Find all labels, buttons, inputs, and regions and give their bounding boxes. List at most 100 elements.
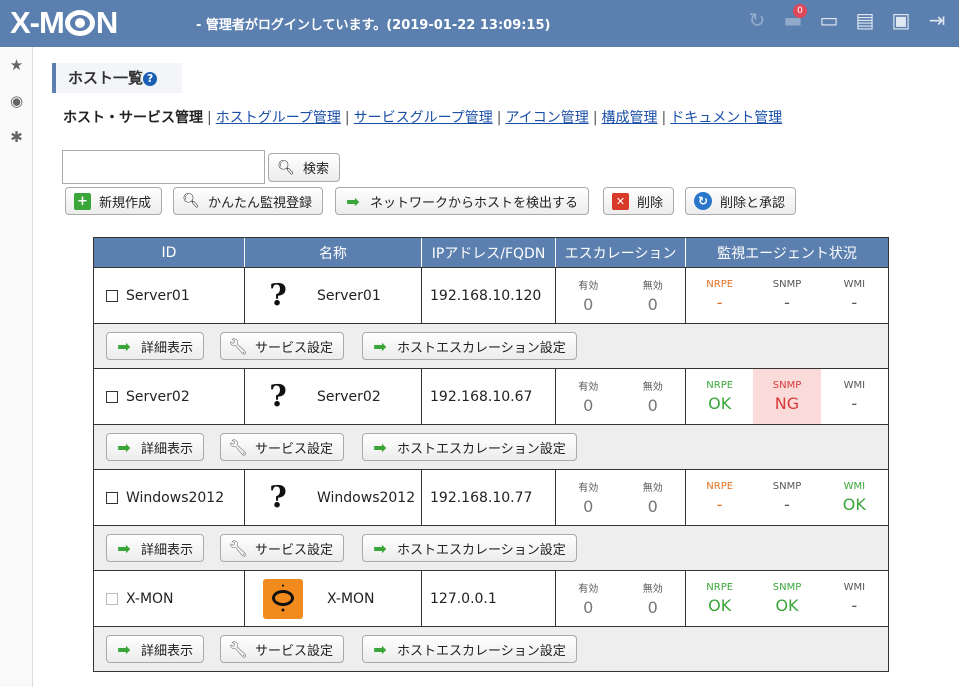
service-settings-button[interactable]: 🔧︎ サービス設定 — [220, 534, 345, 562]
host-id: X-MON — [126, 590, 174, 607]
row-checkbox[interactable] — [106, 491, 118, 504]
snmp-status: - — [784, 495, 790, 514]
snmp-label: SNMP — [772, 380, 802, 391]
star-icon[interactable]: ★ — [0, 47, 33, 83]
arrow-right-icon: ➡ — [117, 437, 131, 457]
detail-button[interactable]: ➡ 詳細表示 — [106, 332, 205, 360]
host-escalation-button[interactable]: ➡ ホストエスカレーション設定 — [362, 534, 577, 562]
screen-share-icon[interactable]: ▭ — [815, 6, 843, 34]
table-row: Server01 ? Server01 192.168.10.120 有効 0 無効… — [94, 267, 888, 323]
host-id-cell: Server01 — [94, 268, 245, 323]
row-actions: ➡ 詳細表示 🔧︎ サービス設定 ➡ ホストエスカレーション設定 — [94, 626, 888, 671]
row-checkbox[interactable] — [106, 592, 118, 605]
sidebar: ★ ◉ ✱ — [0, 47, 33, 687]
discover-hosts-label: ネットワークからホストを検出する — [370, 195, 579, 211]
snmp-label: SNMP — [772, 481, 802, 492]
row-checkbox[interactable] — [106, 390, 118, 403]
host-escalation-label: ホストエスカレーション設定 — [397, 340, 566, 356]
search-input[interactable] — [62, 150, 265, 184]
arrow-right-icon: ➡ — [117, 639, 131, 659]
nrpe-label: NRPE — [706, 481, 734, 492]
notification-icon[interactable]: ▬ 0 — [779, 4, 807, 34]
info-icon[interactable]: ▣ — [887, 6, 915, 34]
detail-button[interactable]: ➡ 詳細表示 — [106, 433, 205, 461]
escalation-cell: 有効 0 無効 0 — [556, 571, 686, 626]
snmp-label: SNMP — [772, 279, 802, 290]
service-settings-button[interactable]: 🔧︎ サービス設定 — [220, 635, 345, 663]
arrow-right-icon: ➡ — [373, 639, 387, 659]
row-checkbox[interactable] — [106, 289, 118, 302]
server-icon[interactable]: ▤ — [851, 6, 879, 34]
detail-button-label: 詳細表示 — [141, 643, 194, 659]
wmi-status: - — [851, 394, 858, 413]
row-actions: ➡ 詳細表示 🔧︎ サービス設定 ➡ ホストエスカレーション設定 — [94, 424, 888, 469]
escalation-enabled-label: 有効 — [578, 281, 599, 292]
refresh-icon[interactable]: ↻ — [743, 6, 771, 34]
host-id: Windows2012 — [126, 489, 225, 506]
arrow-right-icon: ➡ — [373, 336, 387, 356]
host-escalation-label: ホストエスカレーション設定 — [397, 542, 566, 558]
refresh-icon: ↻ — [694, 192, 712, 210]
search-icon: 🔍︎ — [277, 159, 295, 176]
host-escalation-button[interactable]: ➡ ホストエスカレーション設定 — [362, 635, 577, 663]
eye-icon[interactable]: ◉ — [0, 83, 33, 119]
easy-register-label: かんたん監視登録 — [208, 195, 313, 211]
easy-register-button[interactable]: 🔍︎ かんたん監視登録 — [173, 187, 324, 215]
service-settings-button[interactable]: 🔧︎ サービス設定 — [220, 433, 345, 461]
help-icon[interactable]: ? — [143, 72, 158, 86]
escalation-enabled-count: 0 — [583, 598, 594, 617]
header-name: 名称 — [245, 238, 422, 267]
delete-approve-button[interactable]: ↻ 削除と承認 — [685, 187, 797, 215]
escalation-cell: 有効 0 無効 0 — [556, 369, 686, 424]
arrow-right-icon: ➡ — [346, 191, 360, 211]
search-button[interactable]: 🔍︎ 検索 — [268, 153, 341, 182]
host-table: ID 名称 IPアドレス/FQDN エスカレーション 監視エージェント状況 Se… — [93, 237, 889, 672]
host-id: Server02 — [126, 388, 190, 405]
delete-button[interactable]: ✕ 削除 — [603, 187, 675, 215]
host-ip: 192.168.10.77 — [422, 470, 556, 525]
header-ip: IPアドレス/FQDN — [422, 238, 556, 267]
service-settings-label: サービス設定 — [255, 542, 334, 558]
xmon-logo[interactable]: X-M N — [10, 3, 118, 43]
escalation-cell: 有効 0 無効 0 — [556, 268, 686, 323]
wmi-label: WMI — [843, 481, 866, 492]
logout-icon[interactable]: ⇥ — [923, 6, 951, 34]
escalation-disabled-count: 0 — [647, 396, 658, 415]
escalation-enabled-count: 0 — [583, 497, 594, 516]
table-row: Windows2012 ? Windows2012 192.168.10.77 有… — [94, 469, 888, 525]
host-escalation-label: ホストエスカレーション設定 — [397, 643, 566, 659]
wmi-status: OK — [842, 495, 866, 514]
new-button[interactable]: + 新規作成 — [65, 187, 163, 215]
gear-icon[interactable]: ✱ — [0, 119, 33, 155]
subnav-icon[interactable]: アイコン管理 — [506, 110, 589, 126]
escalation-enabled-label: 有効 — [578, 584, 599, 595]
host-escalation-label: ホストエスカレーション設定 — [397, 441, 566, 457]
host-name: Windows2012 — [317, 489, 416, 506]
app-header: X-M N - 管理者がログインしています。(2019-01-22 13:09:1… — [0, 0, 959, 47]
subnav-document[interactable]: ドキュメント管理 — [670, 110, 782, 126]
search-button-label: 検索 — [303, 162, 330, 177]
table-row: X-MON ● ● X-MON 127.0.0.1 有効 0 無効 0 NRPE OK S… — [94, 570, 888, 626]
nrpe-status: OK — [708, 394, 732, 413]
service-settings-button[interactable]: 🔧︎ サービス設定 — [220, 332, 345, 360]
host-id-cell: Server02 — [94, 369, 245, 424]
escalation-disabled-label: 無効 — [642, 281, 663, 292]
host-name-cell: ? Server01 — [245, 268, 422, 323]
subnav-config[interactable]: 構成管理 — [602, 110, 658, 126]
detail-button-label: 詳細表示 — [141, 542, 194, 558]
detail-button[interactable]: ➡ 詳細表示 — [106, 635, 205, 663]
host-id-cell: X-MON — [94, 571, 245, 626]
search-icon: 🔍︎ — [182, 193, 200, 209]
detail-button[interactable]: ➡ 詳細表示 — [106, 534, 205, 562]
wrench-icon: 🔧︎ — [227, 538, 249, 558]
host-escalation-button[interactable]: ➡ ホストエスカレーション設定 — [362, 332, 577, 360]
wmi-status: - — [851, 293, 858, 312]
discover-hosts-button[interactable]: ➡ ネットワークからホストを検出する — [335, 187, 590, 215]
subnav-servicegroup[interactable]: サービスグループ管理 — [354, 110, 493, 126]
detail-button-label: 詳細表示 — [141, 340, 194, 356]
host-escalation-button[interactable]: ➡ ホストエスカレーション設定 — [362, 433, 577, 461]
page-title: ホスト一覧? — [52, 63, 182, 93]
wmi-status: - — [851, 596, 858, 615]
host-id-cell: Windows2012 — [94, 470, 245, 525]
subnav-hostgroup[interactable]: ホストグループ管理 — [216, 110, 341, 126]
